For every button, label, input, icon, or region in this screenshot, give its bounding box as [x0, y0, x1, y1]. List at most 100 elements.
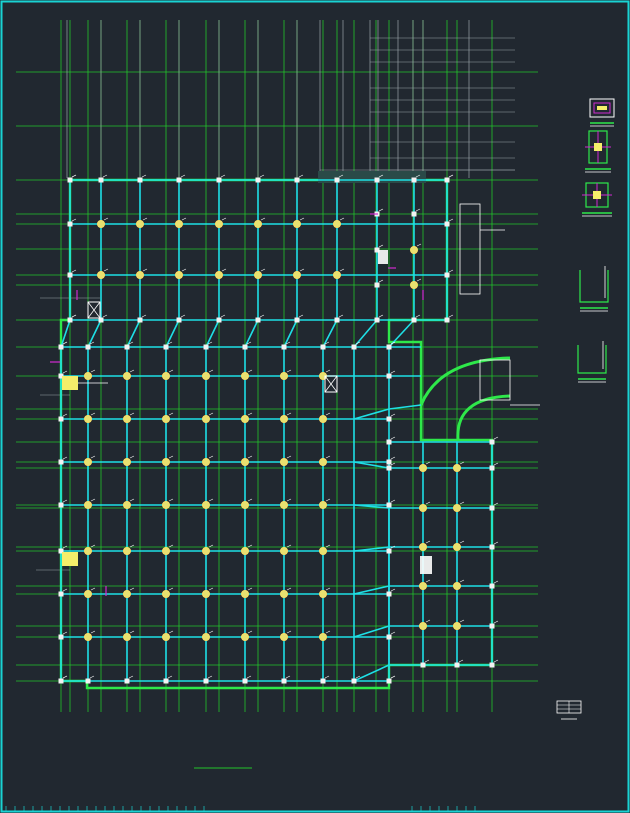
column-square: [489, 439, 495, 445]
column-square: [124, 344, 130, 350]
pile-circle: [84, 547, 93, 556]
pile-circle: [161, 414, 170, 423]
pile-circle: [318, 500, 327, 509]
pile-circle: [418, 582, 427, 591]
cad-drawing: [0, 0, 630, 813]
pile-circle: [418, 622, 427, 631]
pile-circle: [123, 500, 132, 509]
column-square: [163, 678, 169, 684]
column-square: [67, 272, 73, 278]
column-square: [58, 344, 64, 350]
column-square: [281, 678, 287, 684]
pile-circle: [279, 457, 288, 466]
column-square: [351, 344, 357, 350]
column-square: [242, 344, 248, 350]
pile-circle: [161, 590, 170, 599]
slab-band: [318, 171, 426, 183]
column-square: [203, 344, 209, 350]
column-square: [386, 416, 392, 422]
pile-circle: [318, 633, 327, 642]
column-square: [386, 591, 392, 597]
column-square: [58, 459, 64, 465]
column-square: [281, 344, 287, 350]
pile-circle: [452, 463, 461, 472]
background: [0, 0, 630, 813]
column-square: [386, 465, 392, 471]
equipment-block: [62, 552, 78, 566]
pile-circle: [240, 633, 249, 642]
pile-circle: [409, 280, 418, 289]
pile-circle: [253, 219, 262, 228]
column-square: [216, 317, 222, 323]
column-square: [334, 177, 340, 183]
column-square: [351, 678, 357, 684]
column-square: [386, 344, 392, 350]
column-square: [444, 177, 450, 183]
pile-circle: [123, 547, 132, 556]
column-square: [334, 317, 340, 323]
column-square: [386, 634, 392, 640]
pile-circle: [135, 219, 144, 228]
pile-circle: [161, 547, 170, 556]
column-square: [255, 317, 261, 323]
pile-circle: [332, 270, 341, 279]
pile-circle: [452, 582, 461, 591]
pile-circle: [214, 219, 223, 228]
pile-circle: [279, 371, 288, 380]
pile-circle: [240, 547, 249, 556]
pile-circle: [452, 543, 461, 552]
column-square: [58, 502, 64, 508]
column-square: [320, 678, 326, 684]
column-square: [386, 439, 392, 445]
column-square: [489, 583, 495, 589]
pile-circle: [409, 245, 418, 254]
column-square: [124, 678, 130, 684]
column-square: [203, 678, 209, 684]
detail-core: [593, 191, 601, 199]
pile-circle: [201, 633, 210, 642]
pile-circle: [452, 503, 461, 512]
pile-circle: [292, 270, 301, 279]
column-square: [294, 177, 300, 183]
column-square: [67, 221, 73, 227]
pile-circle: [97, 219, 106, 228]
column-square: [85, 678, 91, 684]
equipment-block: [62, 376, 78, 390]
pile-circle: [318, 414, 327, 423]
pile-circle: [84, 633, 93, 642]
pile-circle: [201, 414, 210, 423]
column-square: [411, 177, 417, 183]
pile-circle: [279, 547, 288, 556]
column-square: [255, 177, 261, 183]
pile-circle: [161, 371, 170, 380]
pile-circle: [318, 457, 327, 466]
pile-circle: [174, 270, 183, 279]
pile-circle: [418, 503, 427, 512]
pile-circle: [97, 270, 106, 279]
column-square: [489, 662, 495, 668]
pile-circle: [201, 457, 210, 466]
column-square: [85, 344, 91, 350]
pile-circle: [332, 219, 341, 228]
detail-core: [597, 106, 607, 110]
pile-circle: [318, 590, 327, 599]
pile-circle: [135, 270, 144, 279]
column-square: [374, 282, 380, 288]
column-square: [67, 177, 73, 183]
column-square: [386, 678, 392, 684]
column-square: [294, 317, 300, 323]
pile-circle: [201, 500, 210, 509]
column-square: [58, 678, 64, 684]
pile-circle: [84, 371, 93, 380]
pile-circle: [240, 414, 249, 423]
column-square: [216, 177, 222, 183]
column-square: [374, 177, 380, 183]
stair-block: [378, 250, 388, 264]
column-square: [444, 317, 450, 323]
pile-circle: [161, 500, 170, 509]
pile-circle: [201, 371, 210, 380]
column-square: [386, 502, 392, 508]
column-square: [320, 344, 326, 350]
column-square: [444, 221, 450, 227]
column-square: [489, 465, 495, 471]
